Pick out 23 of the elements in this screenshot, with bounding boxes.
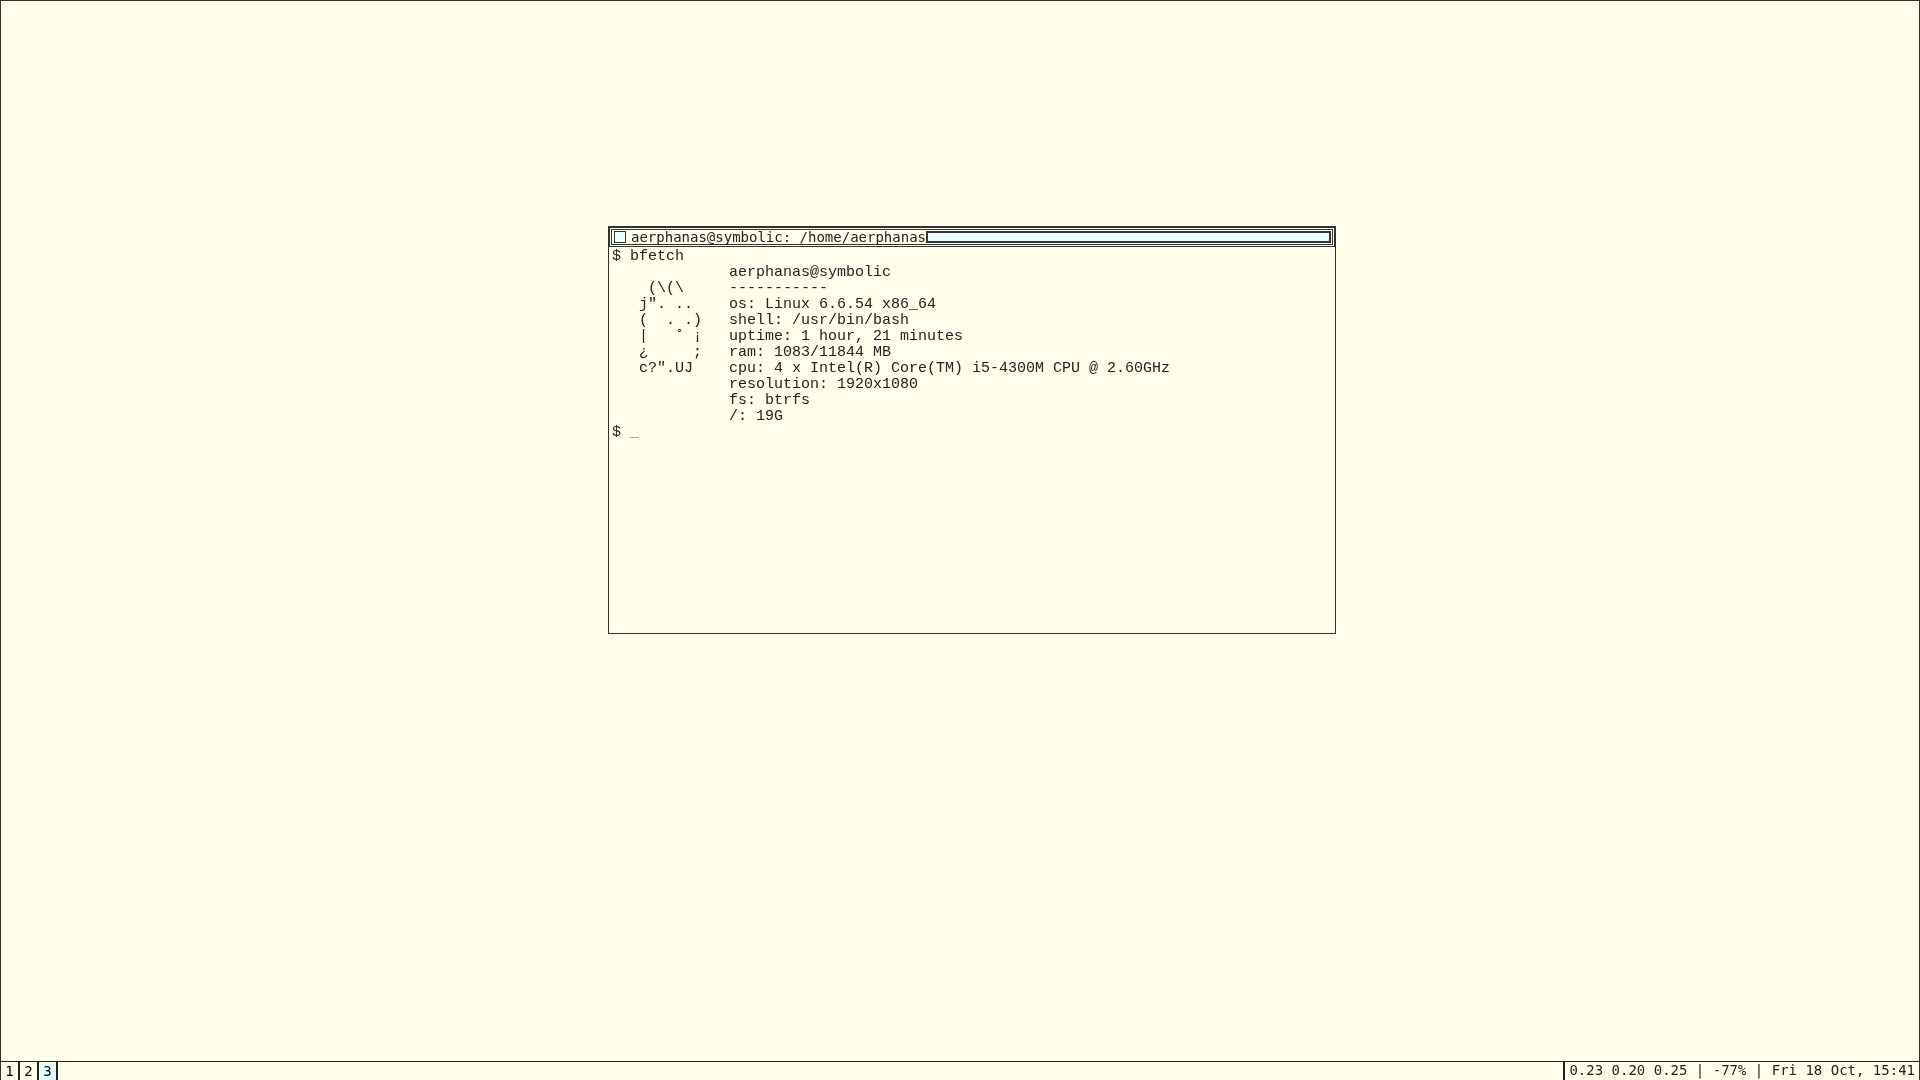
- window-title: aerphanas@symbolic: /home/aerphanas: [631, 230, 926, 244]
- info-line: aerphanas@symbolic: [729, 265, 892, 281]
- info-line: uptime: 1 hour, 21 minutes: [729, 329, 964, 345]
- ascii-art-line: j". ..: [638, 297, 694, 313]
- info-line: os: Linux 6.6.54 x86_64: [729, 297, 937, 313]
- prompt: $: [612, 425, 621, 441]
- ascii-art-line: | ˚ ¡: [638, 329, 703, 345]
- cursor: _: [630, 425, 640, 441]
- ascii-art-line: ¿ ;: [638, 345, 703, 361]
- info-line: fs: btrfs: [729, 393, 810, 409]
- window-menu-icon[interactable]: [614, 231, 626, 243]
- info-line: resolution: 1920x1080: [729, 377, 919, 393]
- info-line: cpu: 4 x Intel(R) Core(TM) i5-4300M CPU @ 2.60GHz: [729, 361, 1171, 377]
- ascii-art-line: (\(\: [647, 281, 685, 297]
- info-line: -----------: [729, 281, 829, 297]
- ascii-art-line: ( . .): [638, 313, 703, 329]
- ascii-art-line: c?".UJ: [638, 361, 694, 377]
- info-line: /: 19G: [729, 409, 783, 425]
- info-line: shell: /usr/bin/bash: [729, 313, 910, 329]
- command-line: $ bfetch: [612, 249, 685, 265]
- status-text: 0.23 0.20 0.25 | -77% | Fri 18 Oct, 15:41: [1563, 1062, 1919, 1080]
- workspace-button[interactable]: 3: [39, 1062, 58, 1080]
- info-line: ram: 1083/11844 MB: [729, 345, 892, 361]
